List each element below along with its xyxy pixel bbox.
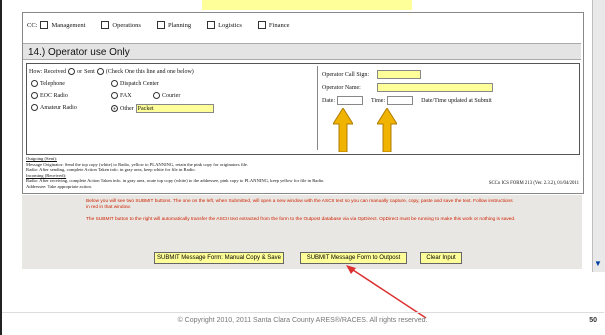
eoc-radio-option: EOC Radio bbox=[31, 92, 68, 99]
date-input[interactable] bbox=[337, 96, 363, 105]
operator-name-row: Operator Name: bbox=[322, 83, 493, 92]
amateur-option: Amateur Radio bbox=[31, 104, 77, 111]
amateur-radio[interactable] bbox=[31, 104, 38, 111]
courier-radio[interactable] bbox=[153, 92, 160, 99]
received-radio[interactable] bbox=[68, 68, 76, 75]
sent-radio[interactable] bbox=[96, 68, 104, 75]
scroll-down-icon[interactable]: ▼ bbox=[594, 260, 602, 268]
up-arrow-icon bbox=[377, 108, 397, 152]
operator-name-input[interactable] bbox=[376, 83, 493, 92]
dispatch-label: Dispatch Center bbox=[120, 80, 159, 87]
message-form: CC: Management Operations Planning Logis… bbox=[22, 12, 584, 194]
divider bbox=[2, 312, 604, 313]
section-title: 14.) Operator use Only bbox=[23, 43, 581, 60]
how-label: How: Received bbox=[29, 68, 67, 75]
cc-management-checkbox[interactable] bbox=[40, 21, 49, 29]
amateur-label: Amateur Radio bbox=[40, 104, 77, 111]
operator-info-column: Operator Call Sign: Operator Name: Date:… bbox=[317, 66, 576, 150]
other-option: Other Packet bbox=[111, 104, 214, 113]
sent-label: Sent bbox=[84, 68, 95, 75]
form-id: SCCo ICS FORM 213 (Ver. 2.3.2), 01/04/20… bbox=[488, 181, 579, 186]
eoc-radio-label: EOC Radio bbox=[40, 92, 68, 99]
eoc-radio-radio[interactable] bbox=[31, 92, 38, 99]
top-highlight-strip bbox=[202, 0, 412, 10]
dispatch-radio[interactable] bbox=[111, 80, 118, 87]
cc-finance-label: Finance bbox=[268, 21, 290, 29]
how-row: How: Received or Sent (Check One this li… bbox=[29, 68, 194, 75]
time-input[interactable] bbox=[387, 96, 414, 105]
cc-row: CC: Management Operations Planning Logis… bbox=[27, 18, 290, 32]
cc-operations-label: Operations bbox=[112, 21, 141, 29]
operator-box: How: Received or Sent (Check One this li… bbox=[26, 63, 580, 155]
slide-number: 50 bbox=[589, 317, 597, 324]
submit-help-text-2: The SUBMIT button to the right will auto… bbox=[86, 217, 516, 222]
other-radio[interactable] bbox=[111, 105, 118, 112]
telephone-option: Telephone bbox=[31, 80, 65, 87]
fax-label: FAX bbox=[120, 92, 132, 99]
telephone-label: Telephone bbox=[40, 80, 65, 87]
other-input[interactable]: Packet bbox=[135, 104, 214, 113]
browser-window: CC: Management Operations Planning Logis… bbox=[0, 0, 605, 335]
other-label: Other bbox=[120, 105, 134, 112]
cc-logistics-checkbox[interactable] bbox=[207, 21, 216, 29]
call-sign-label: Operator Call Sign: bbox=[322, 71, 369, 78]
submit-manual-button[interactable]: SUBMIT Message Form: Manual Copy & Save bbox=[154, 252, 284, 264]
telephone-radio[interactable] bbox=[31, 80, 38, 87]
cc-operations-checkbox[interactable] bbox=[101, 21, 110, 29]
how-hint: (Check One this line and one below) bbox=[105, 68, 194, 75]
call-sign-row: Operator Call Sign: bbox=[322, 70, 421, 79]
up-arrow-icon bbox=[333, 108, 353, 152]
pointer-arrow-icon bbox=[346, 265, 427, 319]
dispatch-option: Dispatch Center bbox=[111, 80, 159, 87]
cc-management-label: Management bbox=[51, 21, 86, 29]
cc-logistics-label: Logistics bbox=[218, 21, 242, 29]
fax-option: FAX bbox=[111, 92, 132, 99]
courier-option: Courier bbox=[153, 92, 180, 99]
time-label: Time: bbox=[371, 97, 386, 104]
date-label: Date: bbox=[322, 97, 335, 104]
date-time-row: Date: Time: Date/Time updated at Submit bbox=[322, 96, 492, 105]
submit-help-text-1: Below you will see two SUBMIT buttons. T… bbox=[86, 199, 513, 210]
cc-finance-checkbox[interactable] bbox=[257, 21, 266, 29]
fax-radio[interactable] bbox=[111, 92, 118, 99]
courier-label: Courier bbox=[162, 92, 181, 99]
operator-name-label: Operator Name: bbox=[322, 84, 361, 91]
cc-planning-label: Planning bbox=[167, 21, 192, 29]
vertical-scrollbar[interactable] bbox=[592, 0, 605, 272]
submit-panel: Below you will see two SUBMIT buttons. T… bbox=[22, 195, 582, 269]
call-sign-input[interactable] bbox=[377, 70, 421, 79]
channel-column: How: Received or Sent (Check One this li… bbox=[29, 66, 314, 150]
cc-planning-checkbox[interactable] bbox=[156, 21, 165, 29]
cc-label: CC: bbox=[27, 21, 38, 29]
copyright-text: © Copyright 2010, 2011 Santa Clara Count… bbox=[177, 317, 428, 324]
updated-note: Date/Time updated at Submit bbox=[421, 97, 492, 104]
or-label: or bbox=[77, 68, 83, 75]
